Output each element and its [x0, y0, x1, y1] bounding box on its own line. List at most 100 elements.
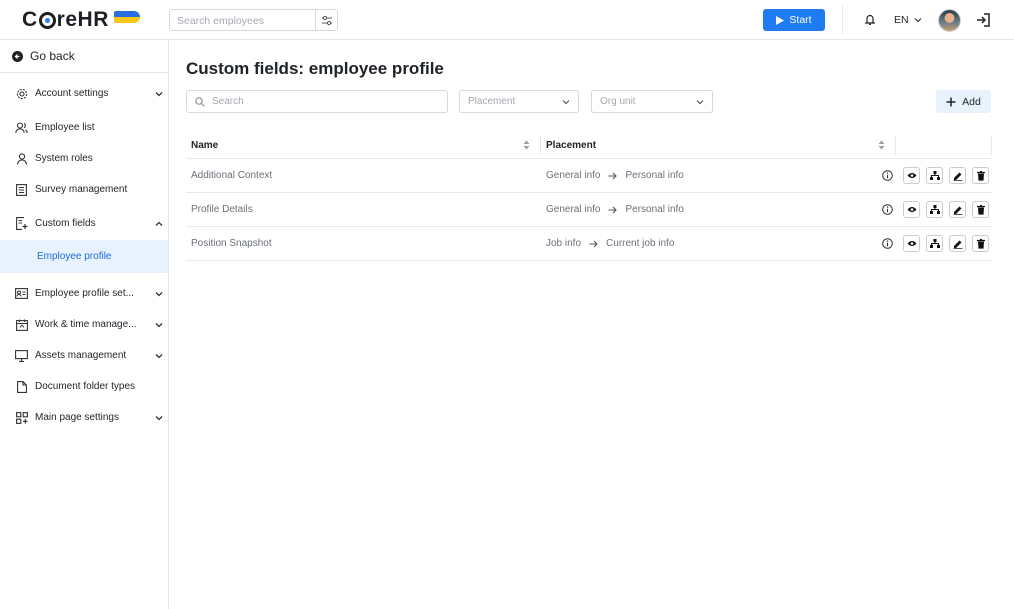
sidebar-item-label: Employee list: [35, 122, 95, 133]
org-unit-select[interactable]: Org unit: [591, 90, 713, 113]
chevron-down-icon: [562, 99, 570, 104]
sidebar-item-account-settings[interactable]: Account settings: [0, 78, 168, 109]
chevron-down-icon: [150, 91, 168, 97]
search-icon: [195, 96, 205, 107]
sidebar-item-label: Document folder types: [35, 381, 136, 392]
corehr-logo[interactable]: CreHR: [22, 7, 140, 33]
employee-search-input[interactable]: Search employees: [170, 10, 315, 30]
start-label: Start: [789, 14, 812, 26]
column-divider: [540, 136, 541, 155]
bell-icon[interactable]: [864, 13, 876, 31]
custom-fields-icon: [15, 217, 28, 230]
sidebar-item-employee-profile-settings[interactable]: Employee profile set...: [0, 278, 168, 309]
sidebar-item-label: Main page settings: [35, 412, 119, 423]
sidebar-item-label: Employee profile set...: [35, 288, 134, 299]
eye-icon: [907, 173, 916, 178]
chevron-down-icon: [150, 415, 168, 421]
monitor-icon: [15, 349, 28, 362]
sidebar-item-employee-list[interactable]: Employee list: [0, 112, 168, 143]
column-header-placement[interactable]: Placement: [546, 132, 596, 159]
table-row: Position Snapshot Job info Current job i…: [186, 227, 992, 261]
delete-button[interactable]: [972, 167, 989, 184]
pencil-icon: [953, 172, 962, 181]
table-header: Name Placement: [186, 132, 992, 159]
sidebar-item-document-folder-types[interactable]: Document folder types: [0, 371, 168, 402]
arrow-right-icon: [608, 172, 618, 180]
sidebar-item-work-time-management[interactable]: Work & time manage...: [0, 309, 168, 340]
ukraine-flag-icon: [113, 11, 140, 23]
hierarchy-button[interactable]: [926, 201, 943, 218]
header-divider: [842, 6, 843, 34]
column-divider: [895, 136, 896, 155]
user-icon: [15, 152, 28, 165]
sidebar-item-label: Assets management: [35, 350, 127, 361]
view-button[interactable]: [903, 201, 920, 218]
table-row: Profile Details General info Personal in…: [186, 193, 992, 227]
eye-icon: [907, 207, 916, 212]
placement-select[interactable]: Placement: [459, 90, 579, 113]
sidebar-subitem-employee-profile[interactable]: Employee profile: [0, 240, 168, 273]
row-actions: [880, 235, 989, 252]
info-icon[interactable]: [880, 201, 895, 218]
plus-icon: [946, 97, 956, 106]
chevron-down-icon: [150, 322, 168, 328]
logout-icon[interactable]: [975, 12, 991, 33]
go-back-label: Go back: [30, 49, 75, 63]
placement-to: Current job info: [606, 238, 675, 249]
logo-text-c: C: [22, 8, 38, 31]
gear-icon: [15, 87, 28, 100]
hierarchy-button[interactable]: [926, 167, 943, 184]
org-unit-placeholder: Org unit: [600, 96, 636, 107]
chevron-down-icon: [150, 353, 168, 359]
info-icon[interactable]: [880, 235, 895, 252]
id-card-icon: [15, 287, 28, 300]
users-icon: [15, 121, 28, 134]
delete-button[interactable]: [972, 235, 989, 252]
sidebar-item-custom-fields[interactable]: Custom fields: [0, 208, 168, 239]
hierarchy-button[interactable]: [926, 235, 943, 252]
logo-o-mark: [38, 11, 56, 29]
chevron-up-icon: [150, 221, 168, 227]
hierarchy-icon: [929, 239, 940, 248]
go-back-button[interactable]: Go back: [0, 40, 168, 73]
sidebar-item-label: Account settings: [35, 88, 109, 99]
table-row: Additional Context General info Personal…: [186, 159, 992, 193]
chevron-down-icon: [696, 99, 704, 104]
delete-button[interactable]: [972, 201, 989, 218]
arrow-right-icon: [608, 206, 618, 214]
user-avatar[interactable]: [938, 9, 961, 32]
survey-icon: [15, 183, 28, 196]
sidebar-item-main-page-settings[interactable]: Main page settings: [0, 402, 168, 433]
language-selector[interactable]: EN: [894, 14, 922, 26]
sidebar-item-label: Work & time manage...: [35, 319, 137, 330]
fields-search-input[interactable]: Search: [186, 90, 448, 113]
edit-button[interactable]: [949, 167, 966, 184]
column-header-name[interactable]: Name: [191, 132, 218, 159]
view-button[interactable]: [903, 167, 920, 184]
document-icon: [15, 380, 28, 393]
filter-sliders-icon[interactable]: [315, 10, 337, 30]
view-button[interactable]: [903, 235, 920, 252]
page-title: Custom fields: employee profile: [186, 59, 444, 78]
placement-to: Personal info: [625, 204, 684, 215]
pencil-icon: [953, 240, 962, 249]
placement-placeholder: Placement: [468, 96, 516, 107]
sidebar-item-assets-management[interactable]: Assets management: [0, 340, 168, 371]
start-button[interactable]: Start: [763, 9, 825, 31]
info-icon[interactable]: [880, 167, 895, 184]
sidebar: Go back Account settings Employee list S…: [0, 40, 169, 609]
trash-icon: [976, 204, 985, 215]
edit-button[interactable]: [949, 201, 966, 218]
field-placement: General info Personal info: [546, 193, 684, 226]
edit-button[interactable]: [949, 235, 966, 252]
sort-icon[interactable]: [878, 140, 885, 150]
add-button[interactable]: Add: [936, 90, 991, 113]
placement-from: General info: [546, 170, 601, 181]
employee-search: Search employees: [169, 9, 338, 31]
hierarchy-icon: [929, 205, 940, 214]
custom-fields-table: Name Placement Additional Context Genera…: [186, 132, 992, 261]
sort-icon[interactable]: [523, 140, 530, 150]
play-icon: [776, 15, 785, 25]
sidebar-item-survey-management[interactable]: Survey management: [0, 174, 168, 205]
sidebar-item-system-roles[interactable]: System roles: [0, 143, 168, 174]
